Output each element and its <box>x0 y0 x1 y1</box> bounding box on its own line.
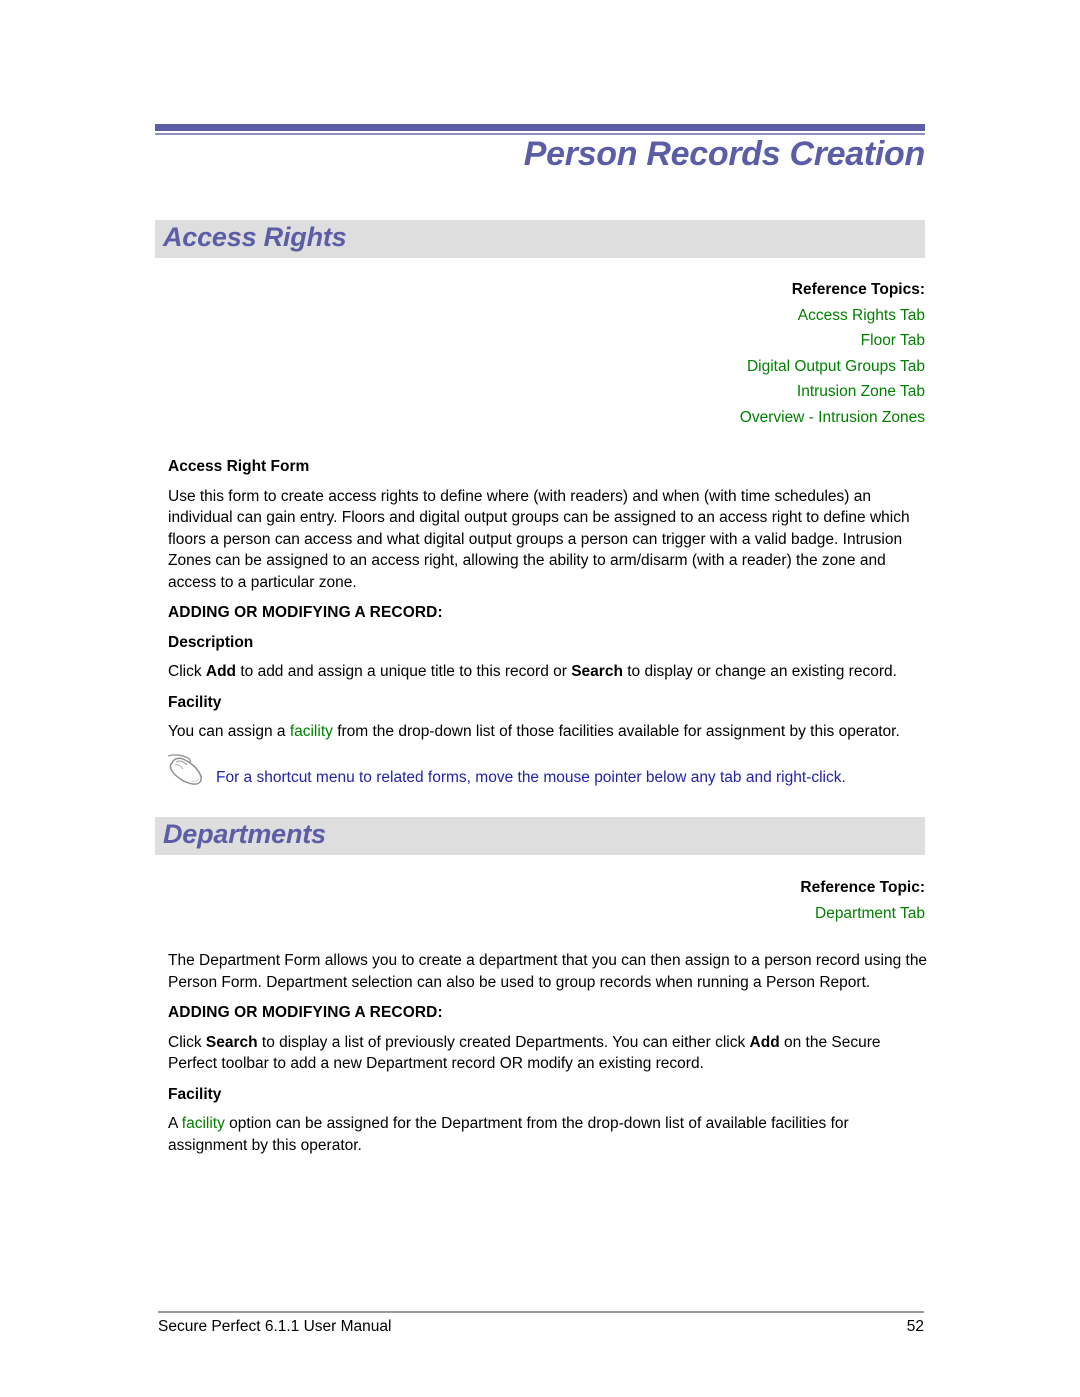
subheading-adding-or-modifying-access: ADDING OR MODIFYING A RECORD: <box>168 604 443 621</box>
subheading-adding-or-modifying-departments: ADDING OR MODIFYING A RECORD: <box>168 1004 443 1021</box>
header-rule <box>155 124 925 135</box>
section-heading-departments: Departments <box>163 819 326 849</box>
description-text-2: to add and assign a unique title to this… <box>236 663 572 680</box>
footer-manual-title: Secure Perfect 6.1.1 User Manual <box>158 1318 392 1335</box>
reference-link-department-tab[interactable]: Department Tab <box>525 901 925 927</box>
subheading-access-right-form: Access Right Form <box>168 458 310 475</box>
paragraph-departments-intro: The Department Form allows you to create… <box>168 952 928 991</box>
departments-facility-text-2: option can be assigned for the Departmen… <box>168 1115 849 1154</box>
departments-adding-text-1: Click <box>168 1033 206 1051</box>
reference-link-floor-tab[interactable]: Floor Tab <box>525 328 925 354</box>
description-text-1: Click <box>168 663 206 680</box>
reference-topics-access-rights: Reference Topics: Access Rights Tab Floo… <box>525 277 925 430</box>
reference-link-digital-output-groups-tab[interactable]: Digital Output Groups Tab <box>525 354 925 380</box>
content-access-rights: Access Right Form Use this form to creat… <box>167 456 928 793</box>
facility-text-2: from the drop-down list of those facilit… <box>332 723 900 740</box>
page-title: Person Records Creation <box>523 135 926 173</box>
section-band-access-rights: Access Rights <box>155 220 925 258</box>
paragraph-departments-adding: Click Search to display a list of previo… <box>168 1032 928 1075</box>
shortcut-menu-note: For a shortcut menu to related forms, mo… <box>167 753 928 793</box>
description-bold-add: Add <box>205 663 237 680</box>
header-rule-thick <box>155 124 925 131</box>
reference-link-intrusion-zone-tab[interactable]: Intrusion Zone Tab <box>525 379 925 405</box>
section-band-departments: Departments <box>155 817 925 855</box>
footer-page-number: 52 <box>906 1318 924 1335</box>
departments-adding-text-2: to display a list of previously created … <box>257 1033 750 1051</box>
reference-topic-heading: Reference Topic: <box>800 879 925 896</box>
facility-link[interactable]: facility <box>182 1115 225 1132</box>
document-page: Person Records Creation Access Rights Re… <box>0 0 1080 1397</box>
reference-link-access-rights-tab[interactable]: Access Rights Tab <box>525 303 925 329</box>
footer-divider <box>158 1311 924 1313</box>
reference-topics-heading: Reference Topics: <box>791 281 925 298</box>
subheading-facility-access: Facility <box>168 693 222 711</box>
facility-text-1: You can assign a <box>168 723 290 740</box>
mouse-icon <box>164 753 210 787</box>
departments-bold-search: Search <box>205 1033 258 1051</box>
facility-link[interactable]: facility <box>290 723 333 740</box>
subheading-description: Description <box>168 633 254 651</box>
paragraph-facility-departments: A facility option can be assigned for th… <box>168 1113 928 1156</box>
shortcut-menu-note-text: For a shortcut menu to related forms, mo… <box>216 768 846 786</box>
subheading-facility-departments: Facility <box>168 1085 222 1103</box>
description-bold-search: Search <box>571 663 623 680</box>
section-heading-access-rights: Access Rights <box>163 222 347 252</box>
reference-link-overview-intrusion-zones[interactable]: Overview - Intrusion Zones <box>525 405 925 431</box>
page-footer: Secure Perfect 6.1.1 User Manual 52 <box>158 1318 924 1336</box>
description-text-3: to display or change an existing record. <box>622 663 897 680</box>
content-departments: The Department Form allows you to create… <box>168 950 928 1165</box>
departments-bold-add: Add <box>749 1033 780 1051</box>
paragraph-facility-access: You can assign a facility from the drop-… <box>168 721 928 743</box>
paragraph-access-right-intro: Use this form to create access rights to… <box>168 487 910 591</box>
departments-facility-text-1: A <box>168 1115 182 1132</box>
reference-topics-departments: Reference Topic: Department Tab <box>525 875 925 926</box>
paragraph-description: Click Add to add and assign a unique tit… <box>168 661 928 683</box>
